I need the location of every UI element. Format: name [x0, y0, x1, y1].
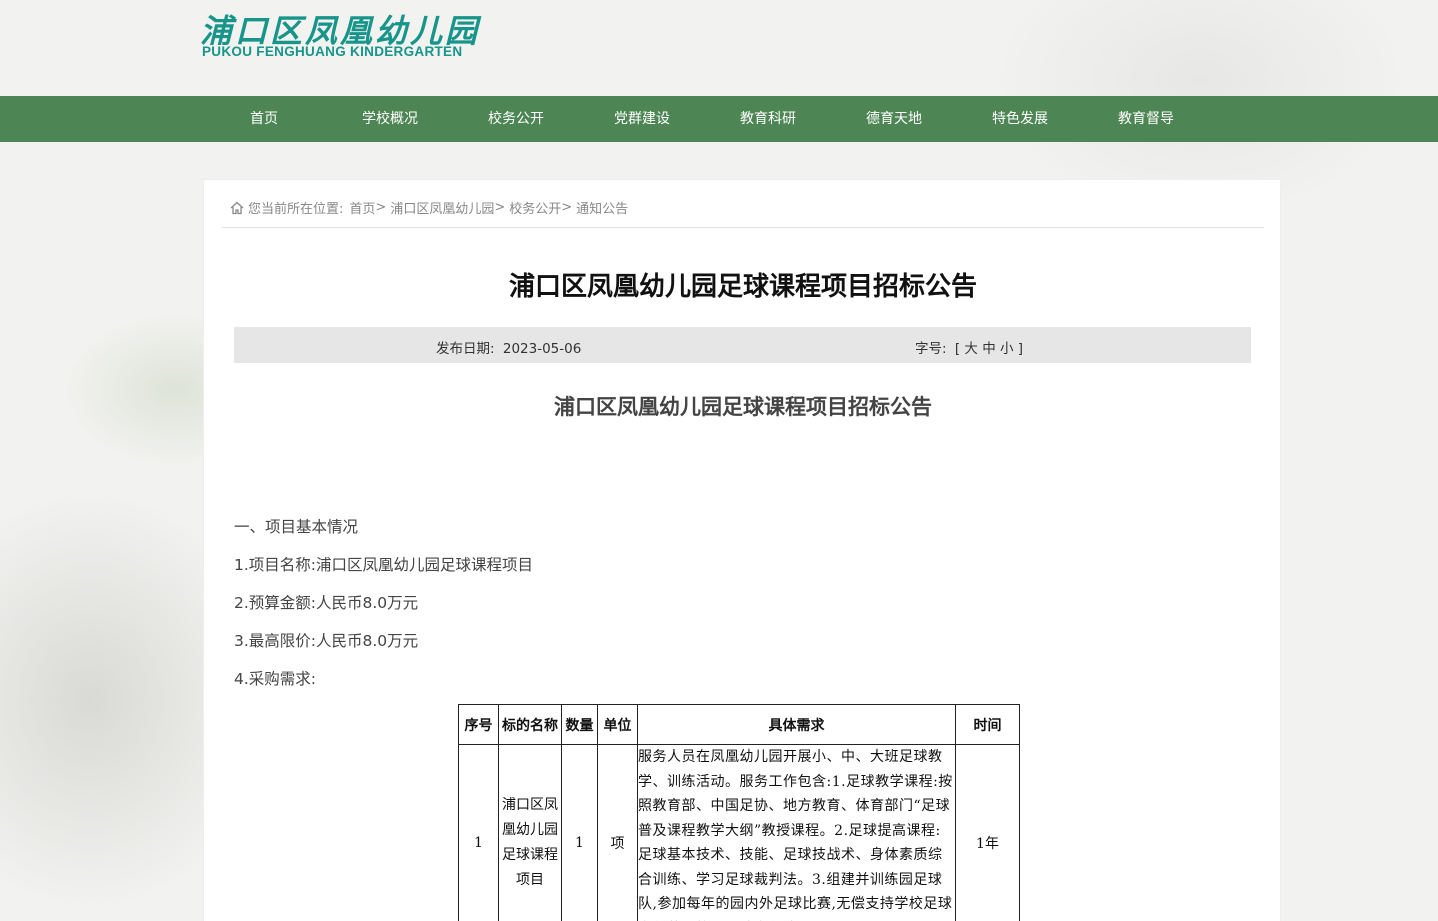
- breadcrumb-school-affairs[interactable]: 校务公开: [509, 198, 561, 217]
- breadcrumb-prefix: 您当前所在位置:: [248, 202, 344, 217]
- col-header-unit: 单位: [597, 704, 638, 745]
- cell-name: 浦口区凤凰幼儿园足球课程项目: [498, 744, 562, 921]
- nav-item-research[interactable]: 教育科研: [713, 96, 823, 142]
- col-header-time: 时间: [955, 704, 1020, 745]
- max-price-line: 3.最高限价:人民币8.0万元: [234, 632, 419, 650]
- nav-item-party-building[interactable]: 党群建设: [587, 96, 697, 142]
- publish-date-label: 发布日期:: [436, 341, 495, 357]
- nav-item-school-overview[interactable]: 学校概况: [335, 96, 445, 142]
- col-header-name: 标的名称: [498, 704, 562, 745]
- cell-index: 1: [458, 744, 499, 921]
- font-size-options[interactable]: [ 大 中 小 ]: [955, 341, 1023, 357]
- cell-description: 服务人员在凤凰幼儿园开展小、中、大班足球教学、训练活动。服务工作包含:1.足球教…: [637, 744, 956, 921]
- budget-line: 2.预算金额:人民币8.0万元: [234, 594, 419, 612]
- col-header-quantity: 数量: [561, 704, 598, 745]
- breadcrumb-separator: >: [494, 200, 506, 215]
- publish-date: 发布日期: 2023-05-06: [436, 337, 581, 357]
- cell-quantity: 1: [561, 744, 598, 921]
- procurement-needs-line: 4.采购需求:: [234, 670, 317, 688]
- article-subtitle: 浦口区凤凰幼儿园足球课程项目招标公告: [554, 395, 932, 419]
- table-header-row: 序号 标的名称 数量 单位 具体需求 时间: [458, 704, 1020, 745]
- col-header-index: 序号: [458, 704, 499, 745]
- nav-item-featured-development[interactable]: 特色发展: [965, 96, 1075, 142]
- nav-item-moral-education[interactable]: 德育天地: [839, 96, 949, 142]
- breadcrumb-kindergarten[interactable]: 浦口区凤凰幼儿园: [390, 198, 494, 217]
- main-nav: 首页 学校概况 校务公开 党群建设 教育科研 德育天地 特色发展 教育督导: [0, 96, 1438, 142]
- nav-item-supervision[interactable]: 教育督导: [1091, 96, 1201, 142]
- logo-english[interactable]: PUKOU FENGHUANG KINDERGARTEN: [202, 44, 462, 59]
- breadcrumb-home[interactable]: 首页: [349, 198, 375, 217]
- breadcrumb-separator: >: [561, 200, 573, 215]
- section-heading: 一、项目基本情况: [234, 518, 359, 536]
- breadcrumb-notices[interactable]: 通知公告: [576, 198, 628, 217]
- cell-unit: 项: [597, 744, 638, 921]
- font-size-label: 字号:: [915, 341, 947, 357]
- nav-item-school-affairs[interactable]: 校务公开: [461, 96, 571, 142]
- publish-date-value: 2023-05-06: [502, 341, 582, 357]
- article-title: 浦口区凤凰幼儿园足球课程项目招标公告: [508, 272, 977, 302]
- breadcrumb-divider: [222, 227, 1264, 228]
- article-meta-bar: 发布日期: 2023-05-06 字号: [ 大 中 小 ]: [234, 327, 1251, 363]
- article-panel: 您当前所在位置: 首页 > 浦口区凤凰幼儿园 > 校务公开 > 通知公告 浦口区…: [203, 179, 1281, 921]
- cell-time: 1年: [955, 744, 1020, 921]
- nav-item-home[interactable]: 首页: [209, 96, 319, 142]
- font-size-control: 字号: [ 大 中 小 ]: [915, 337, 1023, 357]
- breadcrumb: 您当前所在位置: 首页 > 浦口区凤凰幼儿园 > 校务公开 > 通知公告: [230, 198, 628, 217]
- requirements-table: 序号 标的名称 数量 单位 具体需求 时间 1 浦口区凤凰幼儿园足球课程项目 1…: [458, 704, 1020, 921]
- home-icon: [230, 201, 244, 214]
- col-header-description: 具体需求: [637, 704, 956, 745]
- table-row: 1 浦口区凤凰幼儿园足球课程项目 1 项 服务人员在凤凰幼儿园开展小、中、大班足…: [458, 744, 1020, 921]
- site-header: 浦口区凤凰幼儿园 PUKOU FENGHUANG KINDERGARTEN: [0, 0, 1438, 96]
- breadcrumb-separator: >: [375, 200, 387, 215]
- project-name-line: 1.项目名称:浦口区凤凰幼儿园足球课程项目: [234, 556, 534, 574]
